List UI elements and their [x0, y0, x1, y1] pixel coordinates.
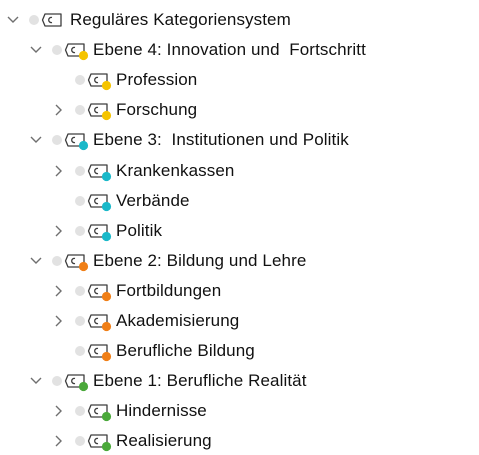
chevron-down-icon[interactable] — [29, 373, 43, 389]
tree-item-group-2-child-0[interactable]: Fortbildungen — [0, 277, 479, 305]
code-icon — [87, 71, 113, 91]
code-icon — [64, 372, 90, 392]
tree-item-label: Verbände — [116, 190, 190, 210]
tree-item-label: Profession — [116, 70, 198, 90]
status-dot-icon — [29, 15, 39, 25]
tree-item-label: Ebene 4: Innovation und Fortschritt — [93, 40, 366, 60]
tree-item-label: Reguläres Kategoriensystem — [70, 10, 291, 29]
code-icon — [87, 312, 113, 332]
tree-item-group-2-child-2[interactable]: Berufliche Bildung — [0, 337, 479, 365]
tree-item-group-3-child-0[interactable]: Hindernisse — [0, 397, 479, 425]
chevron-right-icon[interactable] — [52, 163, 66, 179]
tree-item-group-0[interactable]: Ebene 4: Innovation und Fortschritt — [0, 36, 479, 64]
tree-item-root[interactable]: Reguläres Kategoriensystem — [0, 6, 479, 34]
tree-item-group-3[interactable]: Ebene 1: Berufliche Realität — [0, 367, 479, 395]
tree-item-label: Forschung — [116, 100, 198, 120]
code-icon — [64, 252, 90, 272]
tree-item-group-2[interactable]: Ebene 2: Bildung und Lehre — [0, 247, 479, 275]
status-dot-icon — [75, 406, 85, 417]
tree-item-group-1-child-1[interactable]: Verbände — [0, 187, 479, 215]
code-icon — [41, 11, 67, 31]
chevron-right-icon[interactable] — [52, 223, 66, 239]
tree-item-group-1-child-2[interactable]: Politik — [0, 217, 479, 245]
tree-item-label: Akademisierung — [116, 311, 240, 330]
code-icon — [64, 131, 90, 151]
tree-item-label: Krankenkassen — [116, 160, 235, 180]
code-icon — [87, 342, 113, 362]
tree-item-group-2-child-1[interactable]: Akademisierung — [0, 307, 479, 335]
status-dot-icon — [75, 225, 85, 236]
code-icon — [87, 222, 113, 242]
tree-item-group-0-child-1[interactable]: Forschung — [0, 96, 479, 124]
code-icon — [87, 432, 113, 452]
tree-item-label: Ebene 1: Berufliche Realität — [93, 371, 307, 391]
tree-item-label: Ebene 2: Bildung und Lehre — [93, 250, 307, 270]
code-icon — [87, 162, 113, 182]
chevron-right-icon[interactable] — [52, 283, 66, 299]
code-icon — [87, 282, 113, 302]
status-dot-icon — [52, 255, 62, 266]
code-icon — [87, 101, 113, 121]
status-dot-icon — [75, 165, 85, 176]
code-icon — [64, 41, 90, 61]
chevron-down-icon[interactable] — [6, 12, 20, 28]
status-dot-icon — [52, 135, 62, 146]
code-icon — [87, 192, 113, 212]
chevron-right-icon[interactable] — [52, 403, 66, 419]
status-dot-icon — [52, 45, 62, 56]
chevron-right-icon[interactable] — [52, 102, 66, 118]
status-dot-icon — [75, 75, 85, 86]
chevron-right-icon[interactable] — [52, 433, 66, 449]
tree-item-group-1-child-0[interactable]: Krankenkassen — [0, 157, 479, 185]
status-dot-icon — [75, 195, 85, 206]
tree-item-label: Realisierung — [116, 431, 212, 451]
code-icon — [87, 402, 113, 422]
category-tree: Reguläres Kategoriensystem Ebene 4: Innov… — [0, 0, 479, 452]
tree-item-label: Politik — [116, 220, 163, 240]
chevron-down-icon[interactable] — [29, 42, 43, 58]
status-dot-icon — [75, 285, 85, 296]
tree-item-label: Berufliche Bildung — [116, 341, 255, 361]
status-dot-icon — [52, 376, 62, 387]
status-dot-icon — [75, 346, 85, 357]
status-dot-icon — [75, 316, 85, 326]
tree-item-label: Fortbildungen — [116, 280, 222, 300]
tree-item-group-1[interactable]: Ebene 3: Institutionen und Politik — [0, 126, 479, 154]
chevron-right-icon[interactable] — [52, 313, 66, 329]
tree-item-label: Ebene 3: Institutionen und Politik — [93, 130, 349, 150]
tree-item-label: Hindernisse — [116, 401, 207, 421]
status-dot-icon — [75, 436, 85, 447]
chevron-down-icon[interactable] — [29, 253, 43, 269]
tree-item-group-0-child-0[interactable]: Profession — [0, 66, 479, 94]
status-dot-icon — [75, 105, 85, 116]
chevron-down-icon[interactable] — [29, 132, 43, 148]
